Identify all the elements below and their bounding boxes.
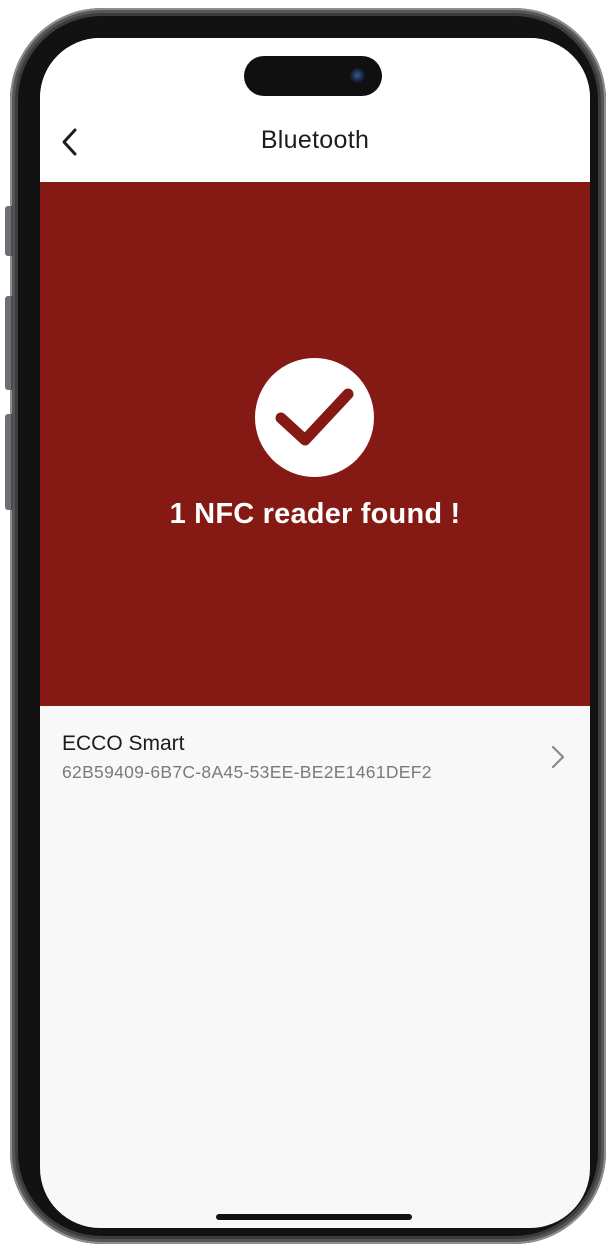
checkmark-icon <box>275 388 354 446</box>
list-item[interactable]: ECCO Smart 62B59409-6B7C-8A45-53EE-BE2E1… <box>40 706 590 810</box>
device-list: ECCO Smart 62B59409-6B7C-8A45-53EE-BE2E1… <box>40 706 590 810</box>
home-indicator[interactable] <box>216 1214 412 1220</box>
checkmark-circle-icon <box>255 358 374 477</box>
page-title: Bluetooth <box>260 126 370 154</box>
front-camera <box>350 68 366 84</box>
chevron-right-icon <box>551 745 565 769</box>
app-screen: Bluetooth 1 NFC reader found ! ECCO Smar… <box>40 38 590 1228</box>
volume-up-button <box>5 296 13 390</box>
reader-found-message: 1 NFC reader found ! <box>169 498 461 530</box>
status-banner: 1 NFC reader found ! <box>40 182 590 706</box>
device-name: ECCO Smart <box>62 732 185 755</box>
silent-switch <box>5 206 13 256</box>
volume-down-button <box>5 414 13 510</box>
dynamic-island <box>244 56 382 96</box>
device-uuid: 62B59409-6B7C-8A45-53EE-BE2E1461DEF2 <box>62 762 432 782</box>
